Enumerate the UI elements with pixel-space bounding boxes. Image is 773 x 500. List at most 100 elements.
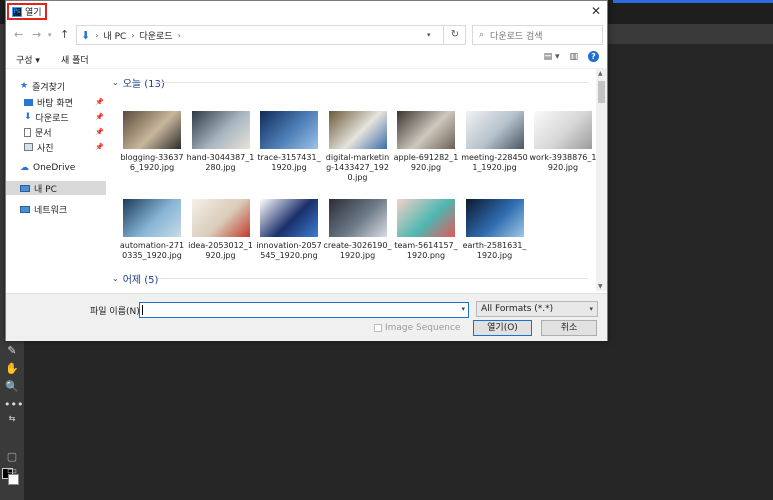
file-name: blogging-336376_1920.jpg (120, 153, 184, 172)
swap-colors-icon[interactable]: ⇆ (4, 412, 20, 426)
file-name: create-3026190_1920.jpg (323, 241, 392, 260)
file-item[interactable]: automation-2710335_1920.jpg (118, 199, 186, 261)
close-icon[interactable]: ✕ (591, 4, 601, 18)
chevron-down-icon: ⌄ (112, 274, 119, 283)
file-thumbnail (465, 199, 524, 237)
file-item[interactable]: earth-2581631_1920.jpg (461, 199, 529, 261)
sidebar-item-label: 즐겨찾기 (32, 82, 66, 93)
group-divider (158, 82, 588, 83)
address-bar[interactable]: ⬇ › 내 PC › 다운로드 › ▾ (76, 25, 466, 45)
sidebar-item-quick-access[interactable]: ★ 즐겨찾기 (20, 79, 120, 93)
file-item[interactable]: trace-3157431_1920.jpg (255, 111, 323, 173)
new-folder-button[interactable]: 새 폴더 (61, 53, 89, 66)
organize-label: 구성 (16, 56, 33, 66)
file-item[interactable]: meeting-2284501_1920.jpg (461, 111, 529, 173)
custom-shape-tool-icon[interactable]: ✎ (4, 344, 20, 358)
dialog-footer: 파일 이름(N): ▾ All Formats (*.*) ▾ Image Se… (6, 293, 607, 341)
search-box[interactable]: ⌕ 다운로드 검색 (472, 25, 603, 45)
file-item[interactable]: hand-3044387_1280.jpg (187, 111, 255, 173)
file-thumbnail (397, 199, 455, 237)
scroll-down-icon[interactable]: ▼ (598, 283, 603, 290)
file-name: idea-2053012_1920.jpg (188, 241, 253, 260)
vertical-scrollbar[interactable]: ▲ ▼ (596, 69, 607, 291)
text-caret (142, 305, 143, 315)
sidebar-item-label: 다운로드 (35, 113, 69, 124)
pin-icon: 📌 (95, 143, 104, 151)
file-thumbnail (260, 199, 318, 237)
file-thumbnail (465, 111, 524, 149)
document-icon (24, 127, 31, 137)
file-item[interactable]: idea-2053012_1920.jpg (187, 199, 255, 261)
file-name: work-3938876_1920.jpg (529, 153, 596, 172)
chevron-down-icon[interactable]: ▾ (461, 305, 465, 313)
file-thumbnail (534, 111, 592, 149)
sidebar-item-label: 네트워크 (34, 205, 68, 216)
sidebar-item-network[interactable]: 네트워크 (20, 202, 106, 216)
help-icon[interactable]: ? (588, 51, 599, 62)
file-item[interactable]: apple-691282_1920.jpg (392, 111, 460, 173)
photoshop-logo-icon: Ps (12, 6, 22, 17)
file-name: meeting-2284501_1920.jpg (461, 153, 528, 172)
sidebar-item-pictures[interactable]: 사진 📌 (24, 140, 106, 154)
address-dropdown-icon[interactable]: ▾ (427, 31, 431, 39)
file-item[interactable]: create-3026190_1920.jpg (324, 199, 392, 261)
chevron-down-icon: ⌄ (112, 78, 119, 87)
file-thumbnail (328, 111, 387, 149)
desktop-icon (24, 98, 33, 106)
picture-icon (24, 143, 33, 151)
file-name: digital-marketing-1433427_1920.jpg (325, 153, 390, 182)
file-item[interactable]: team-5614157_1920.png (392, 199, 460, 261)
file-item[interactable]: digital-marketing-1433427_1920.jpg (324, 111, 392, 183)
breadcrumb-item-pc[interactable]: 내 PC (103, 29, 126, 42)
sidebar-item-desktop[interactable]: 바탕 화면 📌 (24, 95, 106, 109)
organize-button[interactable]: 구성 ▾ (16, 53, 40, 66)
screen-mode-icon[interactable]: ▭ (4, 464, 20, 478)
back-icon[interactable]: ← (14, 28, 23, 41)
image-sequence-checkbox[interactable] (374, 324, 382, 332)
file-name: hand-3044387_1280.jpg (186, 153, 255, 172)
open-button[interactable]: 열기(O) (473, 320, 532, 336)
sidebar-item-this-pc[interactable]: 내 PC (6, 181, 106, 195)
pin-icon: 📌 (95, 98, 104, 106)
file-item[interactable]: blogging-336376_1920.jpg (118, 111, 186, 173)
breadcrumb-item-downloads[interactable]: 다운로드 (139, 29, 172, 42)
sidebar-item-downloads[interactable]: ⬇ 다운로드 📌 (24, 110, 106, 124)
file-thumbnail (328, 199, 387, 237)
file-name: team-5614157_1920.png (394, 241, 458, 260)
group-header-yesterday[interactable]: ⌄ 어제 (5) (112, 271, 158, 286)
file-thumbnail (260, 111, 318, 149)
preview-pane-icon[interactable]: ▥ (569, 52, 578, 62)
file-thumbnail (191, 111, 250, 149)
scrollbar-thumb[interactable] (598, 81, 605, 103)
sidebar-item-label: 바탕 화면 (37, 98, 73, 109)
quick-mask-icon[interactable]: ▢ (4, 450, 20, 464)
pin-icon: 📌 (95, 113, 104, 121)
filename-input[interactable]: ▾ (139, 302, 469, 318)
change-view-icon[interactable]: ▤ ▾ (544, 52, 560, 62)
download-folder-icon: ⬇ (81, 28, 91, 42)
more-tools-icon[interactable]: ••• (4, 398, 23, 412)
file-name: trace-3157431_1920.jpg (257, 153, 321, 172)
file-item[interactable]: work-3938876_1920.jpg (529, 111, 596, 173)
file-name: apple-691282_1920.jpg (393, 153, 459, 172)
network-icon (20, 205, 30, 213)
recent-locations-icon[interactable]: ▾ (48, 31, 52, 39)
zoom-tool-icon[interactable]: 🔍 (4, 380, 20, 394)
sidebar-item-onedrive[interactable]: ☁ OneDrive (20, 161, 106, 175)
pc-icon (20, 184, 30, 192)
file-list: ⌄ 오늘 (13) blogging-336376_1920.jpg hand-3… (106, 69, 596, 291)
refresh-icon[interactable]: ↻ (443, 25, 466, 45)
sidebar-item-documents[interactable]: 문서 📌 (24, 125, 106, 139)
group-header-today[interactable]: ⌄ 오늘 (13) (112, 75, 165, 90)
file-format-select[interactable]: All Formats (*.*) ▾ (476, 301, 598, 317)
group-divider (158, 278, 588, 279)
dialog-title-text: 열기 (25, 8, 42, 18)
forward-icon[interactable]: → (32, 28, 41, 41)
dialog-title: Ps 열기 (7, 3, 47, 20)
file-item[interactable]: innovation-2057545_1920.png (255, 199, 323, 261)
up-icon[interactable]: ↑ (60, 28, 69, 41)
hand-tool-icon[interactable]: ✋ (4, 362, 20, 376)
cancel-button[interactable]: 취소 (541, 320, 597, 336)
scroll-up-icon[interactable]: ▲ (598, 70, 603, 77)
image-sequence-label: Image Sequence (385, 323, 461, 333)
